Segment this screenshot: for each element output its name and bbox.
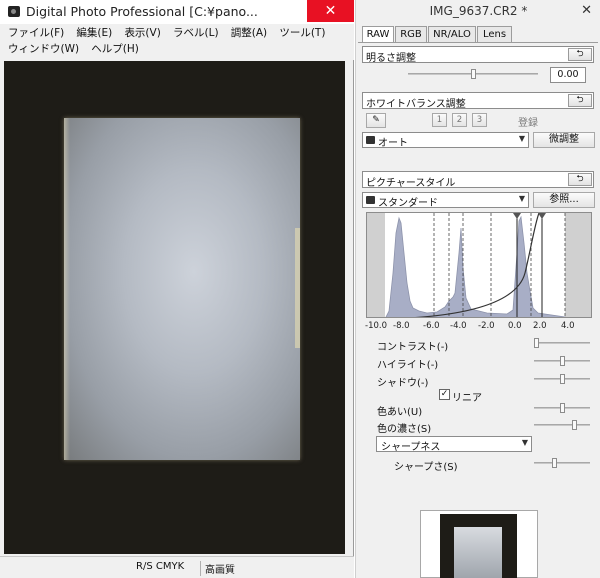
wb-fine-tune-button[interactable]: 微調整	[533, 132, 595, 148]
histogram-axis-label: -6.0	[423, 321, 440, 331]
contrast-slider-thumb[interactable]	[534, 338, 539, 348]
brightness-section-header: 明るさ調整 ⮌	[362, 46, 594, 64]
picture-style-selected: スタンダード	[378, 198, 438, 209]
window-title: Digital Photo Professional [C:¥pano...	[26, 4, 258, 19]
histogram-right-clip-area	[565, 213, 591, 317]
status-bar: R/S CMYK 高画質	[0, 556, 354, 578]
navigator-thumbnail[interactable]	[420, 510, 538, 578]
image-viewer[interactable]	[4, 61, 345, 554]
white-balance-section-header: ホワイトバランス調整 ⮌	[362, 92, 594, 110]
histogram-axis-label: -8.0	[393, 321, 410, 331]
menu-edit[interactable]: 編集(E)	[76, 25, 112, 41]
histogram-luminance-fill	[385, 215, 566, 317]
tone-curve-histogram[interactable]	[366, 212, 592, 318]
picture-style-reset-button[interactable]: ⮌	[568, 173, 592, 186]
sharpness-strength-label: シャープさ(S)	[394, 462, 458, 473]
menu-window[interactable]: ウィンドウ(W)	[8, 41, 79, 57]
highlight-label: ハイライト(-)	[377, 360, 439, 371]
color-tone-label: 色あい(U)	[377, 407, 423, 418]
color-saturation-slider[interactable]	[534, 424, 590, 426]
contrast-slider[interactable]	[534, 342, 590, 344]
photo-preview	[64, 118, 300, 460]
menu-row-1: ファイル(F) 編集(E) 表示(V) ラベル(L) 調整(A) ツール(T)	[8, 25, 334, 41]
histogram-graph	[367, 213, 591, 317]
color-saturation-slider-thumb[interactable]	[572, 420, 578, 430]
picture-style-section-header: ピクチャースタイル ⮌	[362, 171, 594, 189]
tool-palette-close-button[interactable]: ✕	[581, 3, 592, 18]
main-window: Digital Photo Professional [C:¥pano... ✕…	[0, 0, 354, 578]
contrast-label: コントラスト(-)	[377, 342, 449, 353]
menu-help[interactable]: ヘルプ(H)	[91, 41, 139, 57]
tool-palette-title: IMG_9637.CR2 *	[429, 4, 528, 18]
brightness-reset-button[interactable]: ⮌	[568, 48, 592, 61]
menu-tools[interactable]: ツール(T)	[279, 25, 325, 41]
sharpness-strength-slider-thumb[interactable]	[551, 458, 557, 468]
histogram-axis-label: 2.0	[533, 321, 547, 331]
tab-lens[interactable]: Lens	[477, 26, 512, 42]
color-tone-slider-thumb[interactable]	[559, 403, 565, 413]
brightness-slider-thumb[interactable]	[470, 69, 476, 79]
histogram-axis-label: 0.0	[508, 321, 522, 331]
wb-preset-1-button[interactable]: 1	[432, 113, 447, 127]
wb-preset-2-button[interactable]: 2	[452, 113, 467, 127]
linear-checkbox[interactable]: ✓	[439, 389, 450, 400]
tab-rgb[interactable]: RGB	[395, 26, 427, 42]
tab-nr-alo[interactable]: NR/ALO	[428, 26, 476, 42]
histogram-left-clip-area	[367, 213, 385, 317]
picture-style-dropdown[interactable]: スタンダード ▼	[362, 192, 529, 209]
white-balance-header-label: ホワイトバランス調整	[366, 99, 466, 110]
shadow-slider-thumb[interactable]	[559, 374, 565, 384]
menu-view[interactable]: 表示(V)	[124, 25, 160, 41]
white-balance-reset-button[interactable]: ⮌	[568, 94, 592, 107]
linear-label: リニア	[452, 393, 482, 404]
camera-icon	[366, 196, 375, 204]
menu-bar: ファイル(F) 編集(E) 表示(V) ラベル(L) 調整(A) ツール(T) …	[0, 24, 354, 60]
wb-preset-3-button[interactable]: 3	[472, 113, 487, 127]
main-title-bar: Digital Photo Professional [C:¥pano... ✕	[0, 0, 354, 24]
white-balance-selected: オート	[378, 138, 408, 149]
tab-divider	[358, 42, 598, 43]
camera-icon	[366, 136, 375, 144]
brightness-header-label: 明るさ調整	[366, 53, 416, 64]
sharpness-mode-dropdown[interactable]: シャープネス ▼	[376, 436, 532, 453]
black-point-marker-icon[interactable]	[513, 213, 521, 219]
color-saturation-label: 色の濃さ(S)	[377, 424, 432, 435]
brightness-value-field[interactable]: 0.00	[550, 67, 586, 83]
navigator-thumbnail-image	[440, 514, 517, 578]
white-point-marker-icon[interactable]	[538, 213, 546, 219]
menu-label[interactable]: ラベル(L)	[173, 25, 219, 41]
picture-style-header-label: ピクチャースタイル	[366, 178, 456, 189]
menu-file[interactable]: ファイル(F)	[8, 25, 64, 41]
close-button[interactable]: ✕	[307, 0, 354, 22]
sharpness-mode-selected: シャープネス	[381, 442, 441, 453]
status-color-mode: R/S CMYK	[136, 561, 185, 572]
tab-raw[interactable]: RAW	[362, 26, 394, 43]
wb-register-button[interactable]: 登録	[518, 114, 538, 129]
histogram-axis-label: -2.0	[478, 321, 495, 331]
picture-style-browse-button[interactable]: 参照...	[533, 192, 595, 208]
status-quality: 高画質	[200, 561, 235, 576]
highlight-slider-thumb[interactable]	[559, 356, 565, 366]
chevron-down-icon: ▼	[518, 134, 525, 143]
shadow-label: シャドウ(-)	[377, 378, 429, 389]
sharpness-strength-slider[interactable]	[534, 462, 590, 464]
chevron-down-icon: ▼	[521, 438, 528, 447]
white-balance-dropdown[interactable]: オート ▼	[362, 132, 529, 149]
chevron-down-icon: ▼	[518, 194, 525, 203]
histogram-axis-label: 4.0	[561, 321, 575, 331]
eyedropper-icon[interactable]: ✎	[366, 113, 386, 128]
histogram-axis-label: -10.0	[365, 321, 387, 331]
menu-adjust[interactable]: 調整(A)	[231, 25, 267, 41]
menu-row-2: ウィンドウ(W) ヘルプ(H)	[8, 41, 148, 57]
histogram-axis-label: -4.0	[450, 321, 467, 331]
app-camera-icon	[8, 6, 20, 17]
